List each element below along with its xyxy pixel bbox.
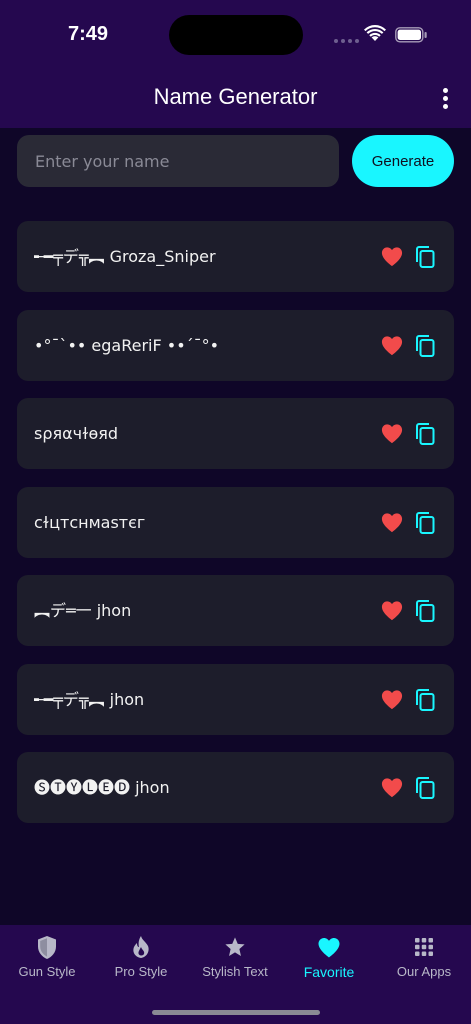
nav-label: Stylish Text (202, 964, 268, 979)
heart-icon (317, 934, 341, 960)
cellular-signal-icon (334, 39, 359, 43)
shield-icon (36, 934, 58, 960)
nav-label: Favorite (303, 964, 355, 980)
favorite-card[interactable]: ╾━╤デ╦︻ jhon (17, 663, 454, 735)
nav-gun-style[interactable]: Gun Style (0, 925, 94, 995)
name-input[interactable] (17, 135, 339, 187)
top-bar: 7:49 Name Generator (0, 0, 471, 128)
favorites-list: ╾━╤デ╦︻ Groza_Sniper •°¯`•• egaReriF ••´¯… (17, 221, 454, 841)
favorite-card[interactable]: 🅢🅣🅨🅛🅔🅓 jhon (17, 752, 454, 823)
status-time: 7:49 (68, 23, 109, 45)
copy-icon[interactable] (414, 688, 436, 712)
nav-label: Gun Style (18, 964, 76, 979)
favorite-name: cɫцтcнмaѕтєг (34, 512, 146, 532)
favorite-card[interactable]: ѕρяαчɫɵяd (17, 398, 454, 469)
favorite-name: •°¯`•• egaReriF ••´¯°• (34, 335, 220, 355)
star-icon (224, 934, 246, 960)
status-bar: 7:49 (0, 0, 471, 70)
heart-icon[interactable] (381, 689, 403, 710)
flame-icon (131, 934, 151, 960)
wifi-icon (364, 25, 386, 41)
copy-icon[interactable] (414, 422, 436, 446)
heart-icon[interactable] (381, 777, 403, 798)
grid-icon (415, 934, 433, 960)
heart-icon[interactable] (381, 246, 403, 267)
nav-favorite[interactable]: Favorite (282, 925, 376, 995)
copy-icon[interactable] (414, 245, 436, 269)
more-options-icon[interactable] (433, 86, 457, 110)
favorite-name: ѕρяαчɫɵяd (34, 424, 119, 443)
copy-icon[interactable] (414, 334, 436, 358)
favorite-name: 🅢🅣🅨🅛🅔🅓 jhon (34, 778, 170, 797)
favorite-name: ︻デ═一 jhon (34, 601, 132, 620)
heart-icon[interactable] (381, 423, 403, 444)
favorite-card[interactable]: cɫцтcнмaѕтєг (17, 486, 454, 558)
nav-our-apps[interactable]: Our Apps (377, 925, 471, 995)
copy-icon[interactable] (414, 776, 436, 800)
home-indicator (152, 1010, 320, 1015)
page-title: Name Generator (153, 84, 318, 109)
heart-icon[interactable] (381, 335, 403, 356)
heart-icon[interactable] (381, 600, 403, 621)
dynamic-island (169, 15, 303, 55)
favorite-card[interactable]: •°¯`•• egaReriF ••´¯°• (17, 309, 454, 381)
favorite-name: ╾━╤デ╦︻ jhon (34, 689, 145, 709)
nav-label: Pro Style (114, 964, 168, 979)
favorite-card[interactable]: ╾━╤デ╦︻ Groza_Sniper (17, 221, 454, 292)
heart-icon[interactable] (381, 512, 403, 533)
nav-stylish-text[interactable]: Stylish Text (188, 925, 282, 995)
favorite-name: ╾━╤デ╦︻ Groza_Sniper (34, 247, 216, 266)
generate-button[interactable]: Generate (352, 135, 454, 187)
battery-icon (395, 27, 427, 43)
nav-label: Our Apps (396, 964, 452, 979)
favorite-card[interactable]: ︻デ═一 jhon (17, 575, 454, 646)
copy-icon[interactable] (414, 511, 436, 535)
nav-pro-style[interactable]: Pro Style (94, 925, 188, 995)
copy-icon[interactable] (414, 599, 436, 623)
